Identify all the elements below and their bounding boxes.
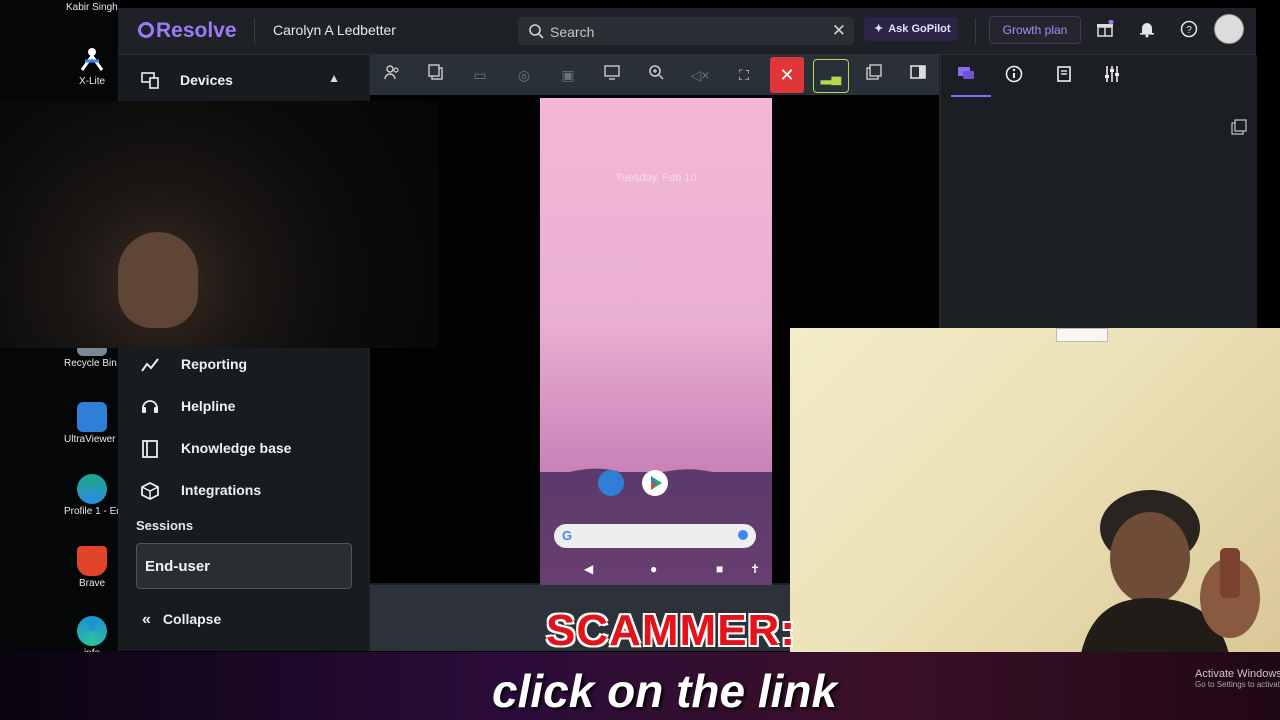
watermark-title: Activate Windows [1195, 668, 1280, 680]
desktop-icon-ultraviewer[interactable]: UltraViewer [64, 402, 120, 446]
messages-app-icon[interactable] [598, 470, 624, 496]
sidebar-toggle-icon[interactable] [904, 61, 932, 89]
sidebar-item-integrations[interactable]: Integrations [118, 471, 368, 511]
back-nav-icon[interactable]: ◀ [584, 562, 593, 576]
caption-text: click on the link [492, 665, 838, 717]
collapse-label: Collapse [162, 611, 222, 627]
ask-gopilot-button[interactable]: ✦ Ask GoPilot [864, 17, 958, 41]
collapse-button[interactable]: « Collapse [142, 611, 221, 629]
notes-icon[interactable] [1055, 65, 1075, 85]
avatar[interactable] [1214, 14, 1244, 44]
help-icon[interactable]: ? [1180, 20, 1198, 38]
screens-icon[interactable]: ▭ [466, 61, 494, 89]
sidebar-item-label: Knowledge base [181, 440, 292, 456]
double-chevron-left-icon: « [142, 611, 151, 628]
home-nav-icon[interactable]: ● [650, 562, 657, 576]
ask-gopilot-label: Ask GoPilot [888, 23, 951, 35]
webcam-overlay-left [0, 101, 438, 348]
sessions-heading: Sessions [136, 518, 194, 533]
signal-bars-icon[interactable]: ▂▄ [813, 59, 849, 93]
desktop-icon-brave[interactable]: Brave [64, 546, 120, 590]
search-icon [528, 23, 544, 44]
recents-nav-icon[interactable]: ■ [716, 562, 723, 576]
bell-icon[interactable] [1138, 20, 1156, 38]
reporting-icon [140, 355, 160, 375]
divider [975, 18, 976, 44]
helpline-icon [140, 397, 160, 417]
popout-icon[interactable] [860, 61, 888, 89]
search-box[interactable]: Search ✕ [518, 17, 854, 45]
desktop-icon-label: Recycle Bin [64, 358, 117, 369]
activate-windows-watermark: Activate Windows Go to Settings to activ… [1195, 668, 1280, 689]
google-g-icon: G [562, 528, 573, 543]
phone-screen[interactable]: Tuesday, Feb 10 G ◀ ● ■ ✝ [540, 98, 772, 588]
sidebar-item-label: Helpline [181, 398, 236, 414]
fullscreen-icon[interactable]: ⛶ [730, 61, 758, 89]
edge-icon [77, 616, 107, 646]
desktop-icon-label: X-Lite [78, 76, 106, 87]
caption-speaker: SCAMMER: [546, 606, 796, 655]
brand-name: Resolve [156, 19, 237, 42]
svg-text:?: ? [1186, 25, 1192, 36]
chevron-up-icon[interactable]: ▲ [328, 71, 340, 85]
chat-icon[interactable] [957, 65, 977, 85]
growth-plan-button[interactable]: Growth plan [989, 16, 1081, 44]
sidebar-item-label: Integrations [181, 482, 262, 498]
desktop-icon-xlite[interactable]: X-Lite [64, 44, 120, 88]
session-item-end-user[interactable]: End-user [136, 543, 352, 589]
sidebar-item-devices[interactable]: Devices ▲ [118, 55, 368, 105]
session-item-label: End-user [145, 558, 211, 575]
session-toolbar: ▭ ◎ ▣ ◁× ⛶ ✕ ▂▄ [370, 55, 939, 95]
customer-name: Carolyn A Ledbetter [273, 22, 396, 38]
accessibility-icon[interactable]: ✝ [750, 562, 760, 576]
lockscreen-date: Tuesday, Feb 10 [615, 172, 697, 184]
top-bar: Resolve Carolyn A Ledbetter Search ✕ ✦ As… [118, 8, 1256, 55]
brand-logo[interactable]: Resolve [138, 19, 237, 43]
search-input[interactable]: Search [550, 24, 594, 40]
mic-icon[interactable] [738, 530, 748, 540]
ultraviewer-icon [77, 402, 107, 432]
integrations-icon [140, 481, 160, 501]
watermark-subtitle: Go to Settings to activate [1195, 680, 1280, 689]
knowledge-base-icon [140, 439, 160, 459]
ceiling-light [1056, 328, 1108, 342]
webcam-person [1080, 490, 1260, 656]
brave-icon [77, 546, 107, 576]
sidebar-item-label: Reporting [181, 356, 248, 372]
sidebar-item-knowledge-base[interactable]: Knowledge base [118, 429, 368, 469]
webcam-overlay-right [790, 328, 1280, 656]
desktop-icon-label: UltraViewer [64, 434, 116, 445]
copy-icon[interactable] [422, 61, 450, 89]
desktop-user-label: Kabir Singh [66, 2, 118, 13]
play-store-icon[interactable] [642, 470, 668, 496]
desktop-icon-label: Brave [78, 578, 106, 589]
divider [254, 18, 255, 44]
close-icon[interactable]: ✕ [832, 21, 846, 41]
sidebar-item-reporting[interactable]: Reporting [118, 345, 368, 385]
settings-sliders-icon[interactable] [1103, 65, 1123, 85]
active-tab-indicator [951, 95, 991, 97]
desktop-icon-label: Profile 1 - Edge [64, 506, 120, 517]
privacy-icon[interactable]: ◎ [510, 61, 538, 89]
monitor-icon[interactable]: ▣ [554, 61, 582, 89]
sidebar-item-label: Devices [180, 72, 233, 88]
sparkle-icon: ✦ [874, 23, 884, 35]
mute-icon[interactable]: ◁× [686, 61, 714, 89]
zoom-in-icon[interactable] [642, 61, 670, 89]
popout-icon[interactable] [1231, 119, 1251, 139]
xlite-icon [77, 44, 107, 74]
gift-icon[interactable] [1096, 19, 1114, 38]
google-search-bar[interactable]: G [554, 524, 756, 548]
info-icon[interactable] [1005, 65, 1025, 85]
sidebar-item-helpline[interactable]: Helpline [118, 387, 368, 427]
display-icon[interactable] [598, 61, 626, 89]
resolve-logo-icon [138, 22, 154, 38]
webcam-person [118, 232, 198, 328]
users-icon[interactable] [378, 61, 406, 89]
devices-icon [140, 70, 160, 90]
end-session-button[interactable]: ✕ [770, 57, 804, 93]
desktop-icon-edge[interactable]: Profile 1 - Edge [64, 474, 120, 518]
edge-icon [77, 474, 107, 504]
